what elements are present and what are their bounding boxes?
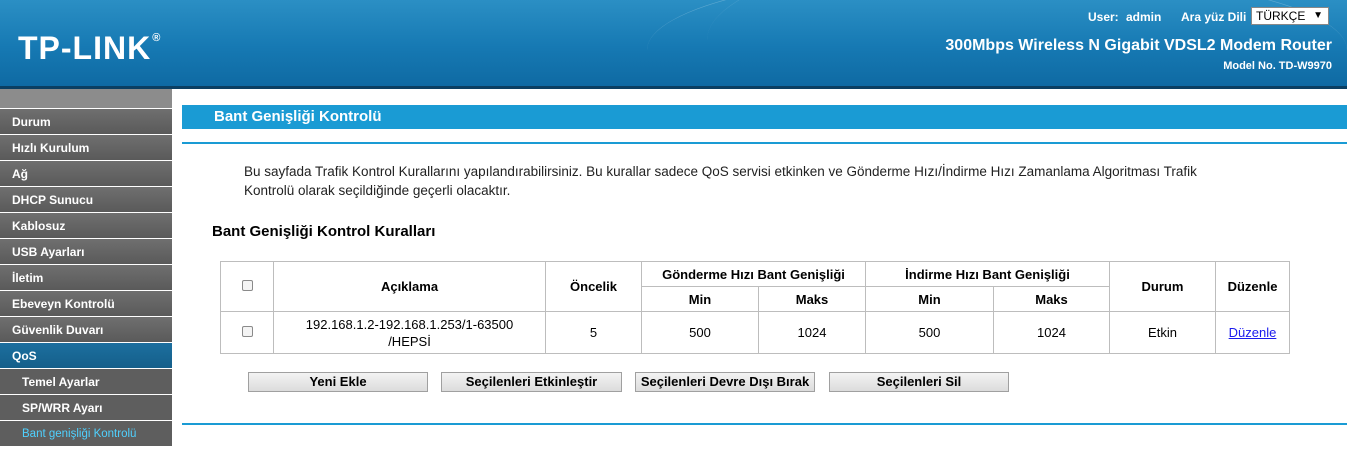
row-up-min: 500	[641, 311, 759, 354]
row-status: Etkin	[1109, 311, 1216, 354]
sidebar-item-parental-control[interactable]: Ebeveyn Kontrolü	[0, 291, 172, 317]
bottom-divider	[182, 423, 1347, 425]
row-down-min: 500	[865, 311, 994, 354]
sidebar-subitem-basic-settings[interactable]: Temel Ayarlar	[0, 369, 172, 395]
row-down-max: 1024	[993, 311, 1110, 354]
language-select[interactable]: TÜRKÇE ▼	[1251, 7, 1329, 25]
select-all-cell	[220, 261, 274, 312]
user-label: User:	[1088, 10, 1119, 24]
col-header-down-min: Min	[865, 286, 994, 312]
language-label: Ara yüz Dili	[1181, 10, 1247, 24]
sidebar-item-wireless[interactable]: Kablosuz	[0, 213, 172, 239]
section-title: Bant Genişliği Kontrol Kuralları	[212, 223, 436, 240]
row-description-line2: /HEPSİ	[388, 333, 431, 349]
sidebar-item-usb-settings[interactable]: USB Ayarları	[0, 239, 172, 265]
select-all-checkbox[interactable]	[241, 280, 253, 291]
brand-logo: TP-LINK®	[18, 30, 161, 67]
user-name: admin	[1126, 10, 1162, 24]
row-up-max: 1024	[758, 311, 866, 354]
enable-selected-button[interactable]: Seçilenleri Etkinleştir	[441, 372, 622, 392]
col-header-priority: Öncelik	[545, 261, 642, 312]
row-priority: 5	[545, 311, 642, 354]
sidebar-top-spacer	[0, 89, 172, 109]
table-row: 192.168.1.2-192.168.1.253/1-63500 /HEPSİ…	[220, 311, 1290, 354]
delete-selected-button[interactable]: Seçilenleri Sil	[829, 372, 1009, 392]
row-select-cell	[220, 311, 274, 354]
page-description: Bu sayfada Trafik Kontrol Kurallarını ya…	[244, 164, 1197, 198]
sidebar-item-qos[interactable]: QoS	[0, 343, 172, 369]
row-edit-link[interactable]: Düzenle	[1229, 325, 1277, 340]
disable-selected-button[interactable]: Seçilenleri Devre Dışı Bırak	[635, 372, 815, 392]
sidebar-item-status[interactable]: Durum	[0, 109, 172, 135]
sidebar-item-firewall[interactable]: Güvenlik Duvarı	[0, 317, 172, 343]
sidebar-subitem-sp-wrr[interactable]: SP/WRR Ayarı	[0, 395, 172, 421]
col-header-upload: Gönderme Hızı Bant Genişliği	[641, 261, 866, 287]
col-header-down-max: Maks	[993, 286, 1110, 312]
col-header-up-max: Maks	[758, 286, 866, 312]
page-title: Bant Genişliği Kontrolü	[214, 108, 382, 125]
language-select-value: TÜRKÇE	[1256, 9, 1306, 23]
sidebar-nav: Durum Hızlı Kurulum Ağ DHCP Sunucu Kablo…	[0, 89, 172, 451]
col-header-up-min: Min	[641, 286, 759, 312]
row-description-line1: 192.168.1.2-192.168.1.253/1-63500	[305, 316, 514, 332]
dropdown-arrow-icon: ▼	[1313, 10, 1323, 21]
product-title: 300Mbps Wireless N Gigabit VDSL2 Modem R…	[945, 37, 1332, 54]
col-header-description: Açıklama	[273, 261, 546, 312]
brand-logo-text: TP-LINK	[18, 30, 152, 66]
sidebar-subitem-bandwidth-control[interactable]: Bant genişliği Kontrolü	[0, 421, 172, 447]
col-header-edit: Düzenle	[1215, 261, 1290, 312]
rules-table: Açıklama Öncelik Gönderme Hızı Bant Geni…	[220, 261, 1290, 354]
add-new-button[interactable]: Yeni Ekle	[248, 372, 428, 392]
model-number: Model No. TD-W9970	[1223, 60, 1332, 72]
sidebar-item-quick-setup[interactable]: Hızlı Kurulum	[0, 135, 172, 161]
title-divider	[182, 142, 1347, 144]
page-title-bar: Bant Genişliği Kontrolü	[182, 105, 1347, 129]
sidebar-item-dhcp-server[interactable]: DHCP Sunucu	[0, 187, 172, 213]
sidebar-item-forwarding[interactable]: İletim	[0, 265, 172, 291]
row-description: 192.168.1.2-192.168.1.253/1-63500 /HEPSİ	[273, 311, 546, 354]
main-content: Bant Genişliği Kontrolü Bu sayfada Trafi…	[172, 89, 1347, 451]
col-header-status: Durum	[1109, 261, 1216, 312]
col-header-download: İndirme Hızı Bant Genişliği	[865, 261, 1110, 287]
row-checkbox[interactable]	[241, 326, 253, 337]
top-header: TP-LINK® User: admin Ara yüz Dili TÜRKÇE…	[0, 0, 1347, 86]
row-edit-cell: Düzenle	[1215, 311, 1290, 354]
sidebar-item-network[interactable]: Ağ	[0, 161, 172, 187]
registered-mark: ®	[152, 32, 162, 44]
